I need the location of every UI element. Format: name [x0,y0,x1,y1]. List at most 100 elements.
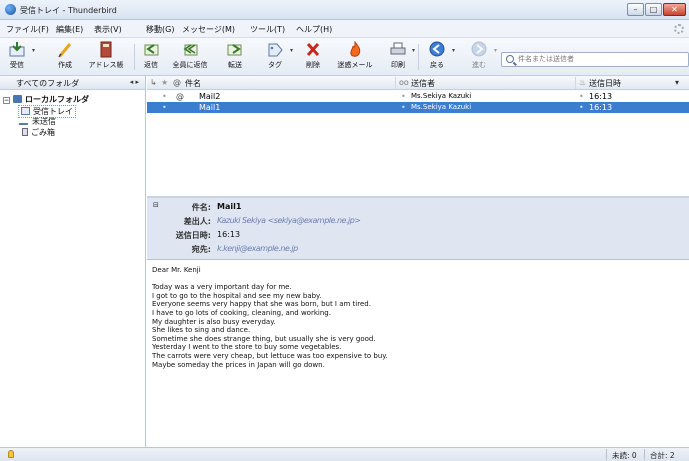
row-date: 16:13 [589,103,613,112]
address-book-button[interactable]: アドレス帳 [84,41,128,73]
trash-icon [22,128,28,136]
get-mail-icon [8,41,26,58]
body-line [152,275,684,284]
row-sender: Ms.Sekiya Kazuki [411,103,472,111]
subject-label: 件名: [191,203,211,212]
collapse-icon[interactable]: − [3,97,10,104]
date-label: 送信日時: [175,231,211,240]
reply-all-icon [181,41,199,58]
column-sender[interactable]: 送信者 [411,78,435,89]
pencil-icon [56,41,74,58]
column-date[interactable]: 送信日時 [589,78,621,89]
reply-button[interactable]: 返信 [138,41,164,73]
unread-count: 未読: 0 [612,451,637,460]
subject-value: Mail1 [217,202,242,211]
total-count: 合計: 2 [650,451,675,460]
print-button[interactable]: 印刷 ▾ [386,41,415,73]
menu-file[interactable]: ファイル(F) [6,24,49,35]
to-label: 宛先: [191,245,211,254]
message-header: ⊟ 件名: Mail1 差出人: Kazuki Sekiya <sekiya@e… [147,198,689,260]
row-subject: Mail2 [199,92,221,101]
search-box[interactable] [501,52,689,67]
body-line: Yesterday I went to the store to buy som… [152,343,342,352]
search-input[interactable] [518,55,678,63]
tag-icon [266,41,284,58]
menu-edit[interactable]: 編集(E) [56,24,83,35]
address-book-icon [97,41,115,58]
activity-throbber-icon [674,24,684,34]
to-value[interactable]: k.kenji@example.ne.jp [217,244,298,253]
minimize-icon: – [633,5,638,14]
forward-button[interactable]: 転送 [222,41,248,73]
body-line: Maybe someday the prices in Japan will g… [152,360,325,369]
thread-column-header: ↳ ★ @ 件名 oo 送信者 ♨ 送信日時 ▾ [147,76,689,90]
attachment-column-icon[interactable]: @ [173,78,181,87]
folder-local-folders[interactable]: − ローカルフォルダ [3,94,89,105]
tag-button[interactable]: タグ ▾ [262,41,293,73]
back-arrow-icon [428,41,446,58]
body-line: She likes to sing and dance. [152,326,251,335]
star-column-icon[interactable]: ★ [161,78,168,87]
thunderbird-logo-icon [5,4,16,15]
body-line: Everyone seems very happy that she was b… [152,300,371,309]
attachment-icon: @ [176,92,184,101]
body-line: Today was a very important day for me. [152,283,292,292]
folder-trash[interactable]: ごみ箱 [20,127,55,138]
thread-row-selected[interactable]: • Mail1 • Ms.Sekiya Kazuki • 16:13 [147,102,689,113]
body-line: My daughter is also busy everyday. [152,317,276,326]
junk-button[interactable]: 迷惑メール [334,40,376,73]
main-toolbar: 受信 ▾ 作成 アドレス帳 返信 全員に返信 転送 タグ ▾ 削除 迷惑メール … [0,38,689,76]
next-button[interactable]: 進む ▾ [466,41,497,73]
get-mail-button[interactable]: 受信 ▾ [4,41,35,73]
title-bar: 受信トレイ - Thunderbird – □ ✕ [0,0,689,20]
menu-go[interactable]: 移動(G) [146,24,174,35]
folder-pane-header: すべてのフォルダ ◂ ▸ [0,76,145,90]
menu-bar: ファイル(F) 編集(E) 表示(V) 移動(G) メッセージ(M) ツール(T… [0,20,689,38]
body-line: Dear Mr. Kenji [152,266,201,274]
reply-icon [142,41,160,58]
write-button[interactable]: 作成 [52,41,78,73]
menu-tools[interactable]: ツール(T) [250,24,285,35]
menu-help[interactable]: ヘルプ(H) [296,24,332,35]
message-body: Dear Mr. Kenji Today was a very importan… [147,260,689,447]
date-value: 16:13 [217,230,241,239]
folder-unsent[interactable]: 未送信 [18,116,56,127]
close-icon: ✕ [671,5,678,14]
window-title: 受信トレイ - Thunderbird [20,6,117,15]
thread-row[interactable]: • @ Mail2 • Ms.Sekiya Kazuki • 16:13 [147,91,689,102]
body-line: Sometime she does strange thing, but usu… [152,334,376,343]
junk-flame-icon [346,40,364,58]
status-bar: 未読: 0 合計: 2 [0,447,689,461]
folder-pane-title: すべてのフォルダ [16,79,80,88]
row-date: 16:13 [589,92,613,101]
junk-column-icon[interactable]: ♨ [579,78,586,87]
body-line: I have to go lots of cooking, cleaning, … [152,308,331,317]
thread-pane: ↳ ★ @ 件名 oo 送信者 ♨ 送信日時 ▾ • @ Mail2 • Ms.… [147,76,689,196]
delete-button[interactable]: 削除 [300,41,326,73]
menu-view[interactable]: 表示(V) [94,24,122,35]
read-column-icon[interactable]: oo [399,78,409,87]
minimize-button[interactable]: – [627,3,644,16]
body-line: I got to go to the hospital and see my n… [152,291,322,300]
inbox-icon [21,107,30,115]
row-subject: Mail1 [199,103,221,112]
reply-all-button[interactable]: 全員に返信 [168,41,212,73]
sort-descending-icon[interactable]: ▾ [675,78,679,87]
printer-icon [389,41,407,58]
row-sender: Ms.Sekiya Kazuki [411,92,472,100]
from-label: 差出人: [183,217,211,226]
back-button[interactable]: 戻る ▾ [424,41,455,73]
next-arrow-icon [470,41,488,58]
menu-message[interactable]: メッセージ(M) [182,24,235,35]
search-icon [506,55,514,63]
close-button[interactable]: ✕ [663,3,686,16]
outbox-icon [18,117,31,125]
computer-icon [13,95,22,103]
offline-status-bulb-icon[interactable] [8,450,14,458]
body-line: The carrots were very cheap, but lettuce… [152,351,388,360]
folder-view-arrows-icon[interactable]: ◂ ▸ [130,78,139,86]
maximize-button[interactable]: □ [645,3,662,16]
column-subject[interactable]: 件名 [185,78,201,89]
thread-column-icon[interactable]: ↳ [150,78,157,87]
from-value[interactable]: Kazuki Sekiya <sekiya@example.ne.jp> [217,216,361,225]
